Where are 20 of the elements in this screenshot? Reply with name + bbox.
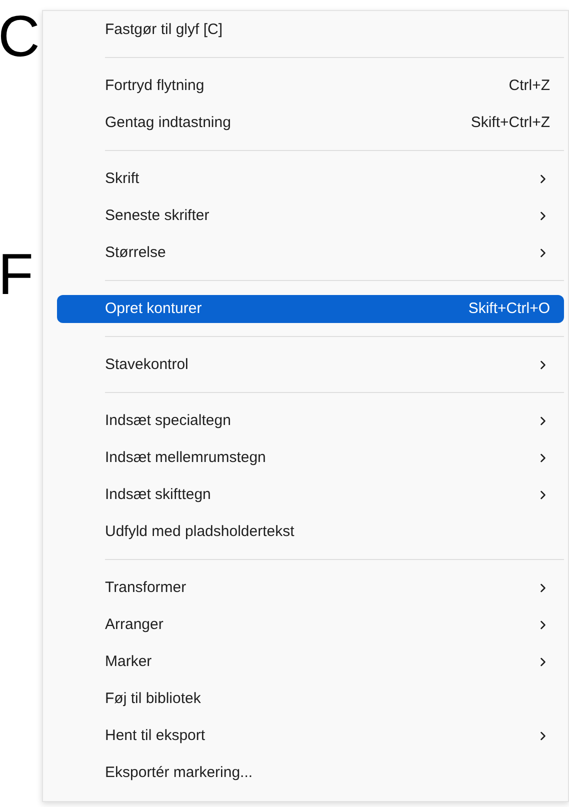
menu-item[interactable]: Seneste skrifter [57,202,564,230]
menu-item[interactable]: Gentag indtastning Skift+Ctrl+Z [57,108,564,136]
menu-item[interactable]: Indsæt skifttegn [57,480,564,508]
menu-item[interactable]: Indsæt mellemrumstegn [57,444,564,472]
menu-item[interactable]: Indsæt specialtegn [57,406,564,434]
menu-item[interactable]: Stavekontrol [57,350,564,378]
menu-item[interactable]: Fastgør til glyf [C] [57,16,564,44]
menu-item[interactable]: Udfyld med pladsholdertekst [57,518,564,546]
menu-item[interactable]: Arranger [57,610,564,638]
menu-item[interactable]: Størrelse [57,238,564,266]
menu-item[interactable]: Skrift [57,164,564,192]
menu-item[interactable]: Marker [57,648,564,676]
menu-item[interactable]: Fortryd flytning Ctrl+Z [57,72,564,100]
canvas-glyph: F [0,246,34,304]
canvas-glyph: C [0,8,40,66]
menu-item[interactable]: Transformer [57,574,564,602]
menu-item[interactable]: Hent til eksport [57,722,564,750]
menu-item[interactable]: Føj til bibliotek [57,684,564,712]
menu-item[interactable]: Eksportér markering... [57,758,564,786]
menu-item[interactable]: Opret konturer Skift+Ctrl+O [57,294,564,322]
